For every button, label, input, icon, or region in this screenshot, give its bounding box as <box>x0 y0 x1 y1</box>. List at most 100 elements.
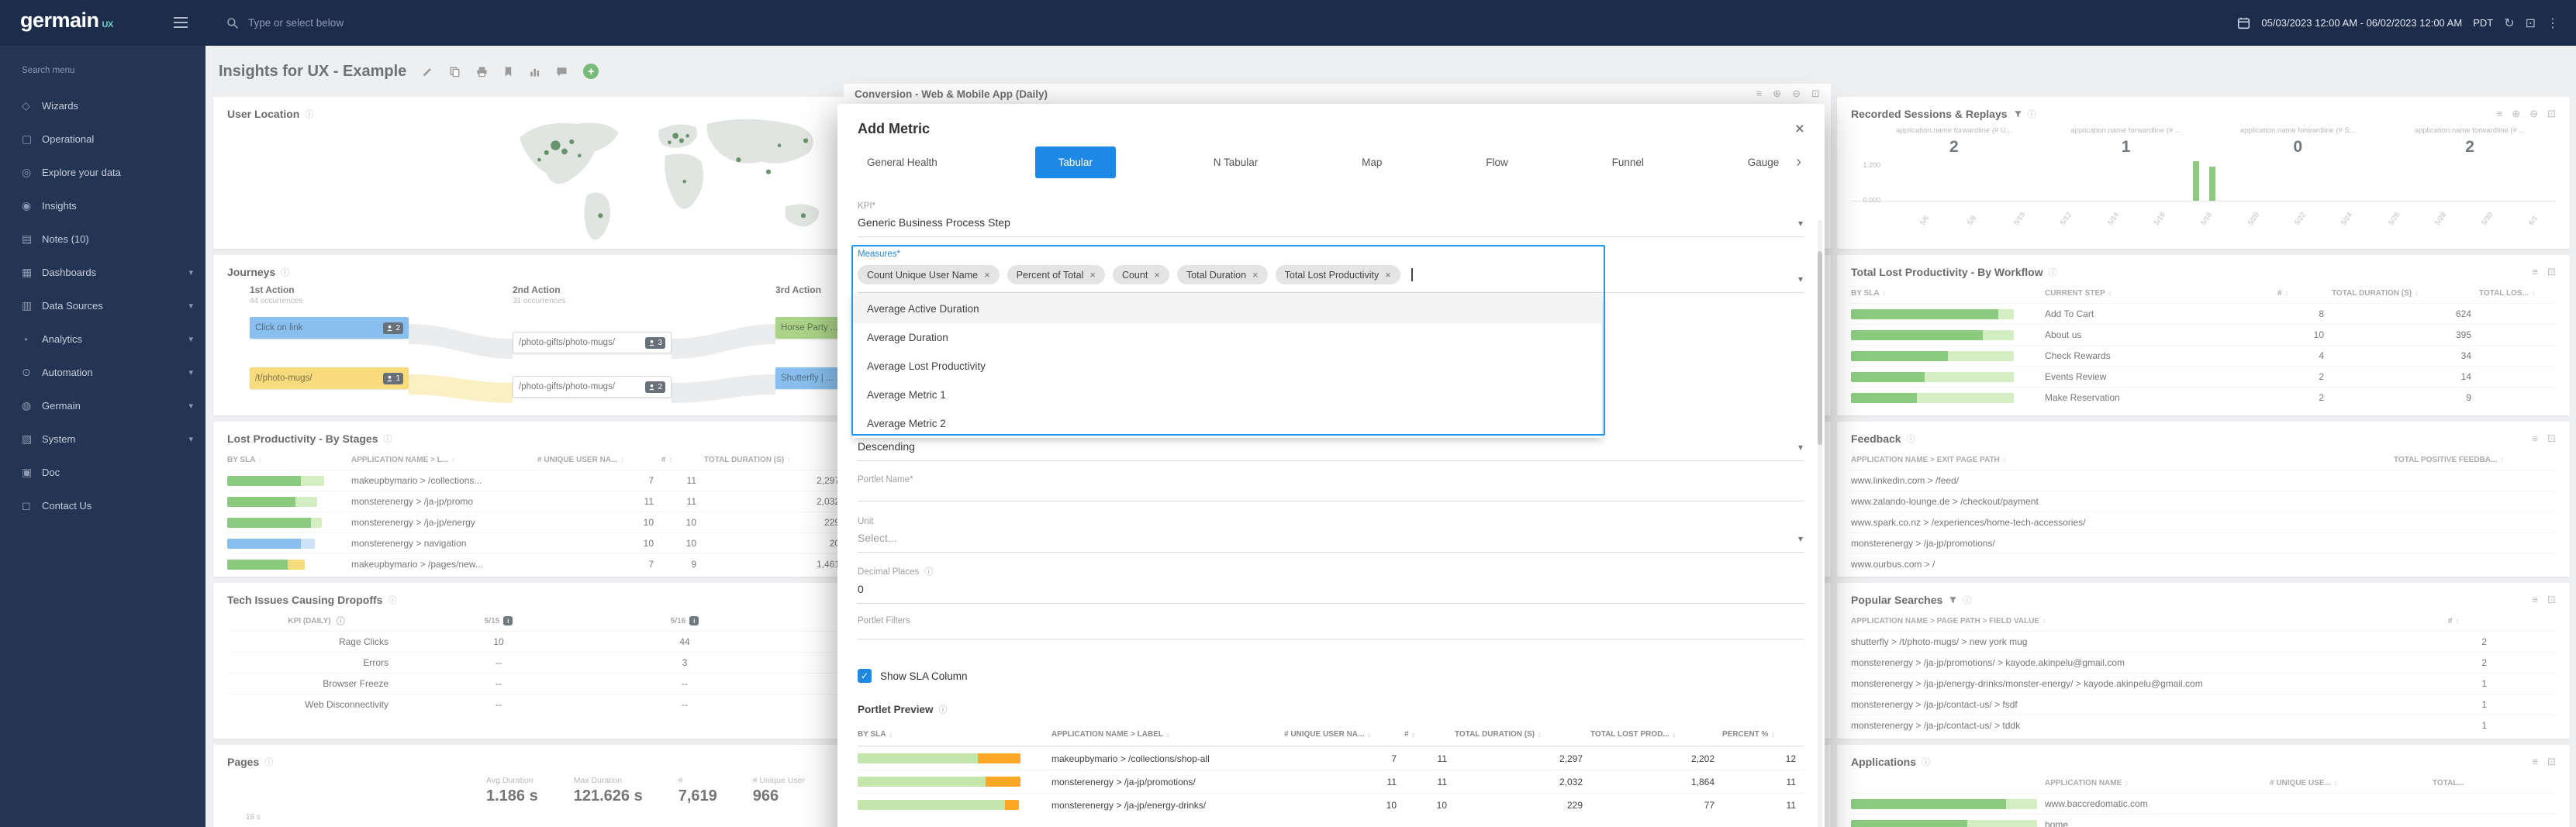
chart-icon[interactable] <box>529 66 540 78</box>
column-header[interactable]: APPLICATION NAME ↕ <box>2045 779 2270 787</box>
dropdown-option[interactable]: Average Metric 1 <box>853 381 1602 409</box>
menu-icon[interactable]: ≡ <box>2533 266 2539 278</box>
journey-node[interactable]: /photo-gifts/photo-mugs/ 2 <box>513 376 672 398</box>
sort-icon[interactable]: ↕ <box>669 456 673 463</box>
copy-icon[interactable] <box>449 66 461 78</box>
sort-icon[interactable]: ↕ <box>2125 779 2129 787</box>
zoom-out-icon[interactable]: ⊖ <box>1792 88 1801 100</box>
journey-node[interactable]: /photo-gifts/photo-mugs/ 3 <box>513 332 672 353</box>
expand-icon[interactable]: ⊡ <box>2547 108 2556 120</box>
column-header[interactable]: # UNIQUE USER NA... ↕ <box>537 456 661 464</box>
filter-icon[interactable] <box>2014 110 2022 119</box>
measure-chip[interactable]: Percent of Total × <box>1007 265 1105 284</box>
hamburger-icon[interactable] <box>174 17 188 31</box>
sort-icon[interactable]: ↕ <box>1367 731 1371 739</box>
tabs-more-icon[interactable]: › <box>1796 153 1801 171</box>
column-header[interactable]: APPLICATION NAME > EXIT PAGE PATH ↕ <box>1851 456 2394 464</box>
sort-icon[interactable]: ↕ <box>1166 731 1170 739</box>
sort-icon[interactable]: ↕ <box>2108 289 2112 297</box>
calendar-icon[interactable] <box>2237 16 2250 29</box>
dialog-tab[interactable]: Map <box>1355 146 1388 178</box>
column-header[interactable]: 5/16 i <box>592 616 778 625</box>
column-header[interactable]: APPLICATION NAME > PAGE PATH > FIELD VAL… <box>1851 617 2448 625</box>
sidebar-item[interactable]: ▥ Data Sources ▾ <box>0 289 205 322</box>
expand-icon[interactable]: ⊡ <box>2547 756 2556 768</box>
sort-icon[interactable]: ↕ <box>1538 731 1542 739</box>
sort-icon[interactable]: ↕ <box>1883 289 1887 297</box>
chip-remove-icon[interactable]: × <box>1252 269 1259 281</box>
info-icon[interactable]: ⓘ <box>337 615 345 627</box>
chip-remove-icon[interactable]: × <box>1385 269 1391 281</box>
column-header[interactable]: TOTAL POSITIVE FEEDBA... ↕ <box>2394 456 2570 464</box>
sort-icon[interactable]: ↕ <box>2334 779 2338 787</box>
global-search-input[interactable]: Type or select below <box>226 0 1622 46</box>
chip-remove-icon[interactable]: × <box>1089 269 1096 281</box>
sidebar-item[interactable]: ▣ Doc <box>0 456 205 489</box>
dialog-tab[interactable]: Flow <box>1480 146 1514 178</box>
sort-icon[interactable]: ↕ <box>2042 617 2046 625</box>
dropdown-option[interactable]: Average Active Duration <box>853 295 1602 323</box>
sidebar-item[interactable]: ▧ System ▾ <box>0 422 205 456</box>
info-icon[interactable]: ⓘ <box>924 567 933 577</box>
sort-icon[interactable]: ↕ <box>2415 289 2419 297</box>
sort-icon[interactable]: ↕ <box>2500 456 2504 463</box>
portlet-filters-field[interactable]: Portlet Filters <box>858 616 1804 639</box>
info-icon[interactable]: ⓘ <box>1963 594 1971 606</box>
print-icon[interactable] <box>476 66 488 78</box>
chevron-down-icon[interactable]: ▾ <box>1798 274 1803 284</box>
info-icon[interactable]: ⓘ <box>1922 756 1930 768</box>
column-header[interactable]: BY SLA ↕ <box>227 456 351 464</box>
column-header[interactable]: TOTAL DURATION (S) ↕ <box>1455 730 1590 739</box>
info-icon[interactable]: ⓘ <box>281 266 289 278</box>
column-header[interactable]: # ↕ <box>2277 289 2332 298</box>
column-header[interactable]: TOTAL DURATION (S) ↕ <box>2332 289 2479 298</box>
column-header[interactable]: APPLICATION NAME > L... ↕ <box>351 456 537 464</box>
refresh-icon[interactable]: ↻ <box>2504 16 2514 31</box>
chevron-down-icon[interactable]: ▾ <box>1798 533 1803 544</box>
show-sla-checkbox[interactable]: ✓ Show SLA Column <box>858 669 1804 683</box>
sort-icon[interactable]: ↕ <box>259 456 263 463</box>
sort-icon[interactable]: ↕ <box>1673 731 1676 739</box>
sidebar-item[interactable]: ◔ Analytics ▾ <box>0 322 205 356</box>
expand-icon[interactable]: ⊡ <box>2547 266 2556 278</box>
menu-icon[interactable]: ≡ <box>1756 88 1763 100</box>
filter-icon[interactable] <box>1949 596 1957 605</box>
chip-remove-icon[interactable]: × <box>1154 269 1160 281</box>
bookmark-icon[interactable] <box>503 66 513 78</box>
column-header[interactable]: TOTAL LOS... ↕ <box>2479 289 2570 298</box>
info-icon[interactable]: ⓘ <box>939 703 948 715</box>
dropdown-option[interactable]: Average Lost Productivity <box>853 352 1602 381</box>
sort-icon[interactable]: ↕ <box>2456 617 2460 625</box>
portlet-name-field[interactable]: Portlet Name* <box>858 475 1804 501</box>
column-header[interactable]: PERCENT % ↕ <box>1722 730 1804 739</box>
sort-icon[interactable]: ↕ <box>620 456 624 463</box>
column-header[interactable]: # ↕ <box>2448 617 2495 625</box>
journey-node[interactable]: Click on link 2 <box>250 317 409 339</box>
dialog-tab[interactable]: N Tabular <box>1207 146 1265 178</box>
scrollbar-thumb[interactable] <box>1818 251 1822 445</box>
column-header[interactable]: BY SLA ↕ <box>1851 289 2045 298</box>
info-icon[interactable]: ⓘ <box>2028 108 2036 120</box>
column-header[interactable]: TOTAL... <box>2433 779 2570 787</box>
kpi-select[interactable]: KPI* Generic Business Process Step ▾ <box>858 202 1804 237</box>
edit-icon[interactable] <box>422 66 433 78</box>
menu-icon[interactable]: ≡ <box>2497 108 2503 120</box>
sort-icon[interactable]: ↕ <box>451 456 455 463</box>
sort-icon[interactable]: ↕ <box>2285 289 2289 297</box>
chart-bar[interactable] <box>2208 167 2215 201</box>
dialog-scrollbar[interactable] <box>1818 220 1822 827</box>
column-header[interactable]: # ↕ <box>661 456 704 464</box>
expand-icon[interactable]: ⊡ <box>1811 88 1820 100</box>
sort-icon[interactable]: ↕ <box>2532 289 2536 297</box>
sidebar-item[interactable]: ⊙ Automation ▾ <box>0 356 205 389</box>
chip-remove-icon[interactable]: × <box>984 269 990 281</box>
expand-icon[interactable]: ⊡ <box>2547 594 2556 606</box>
dialog-tab[interactable]: Funnel <box>1606 146 1650 178</box>
unit-select[interactable]: Unit Select... ▾ <box>858 517 1804 553</box>
sort-icon[interactable]: ↕ <box>1771 731 1775 739</box>
info-icon[interactable]: ⓘ <box>2049 266 2057 278</box>
sidebar-item[interactable]: ◇ Wizards <box>0 89 205 122</box>
info-icon[interactable]: ⓘ <box>264 756 273 768</box>
column-header[interactable]: CURRENT STEP ↕ <box>2045 289 2277 298</box>
sidebar-item[interactable]: ▦ Dashboards ▾ <box>0 256 205 289</box>
